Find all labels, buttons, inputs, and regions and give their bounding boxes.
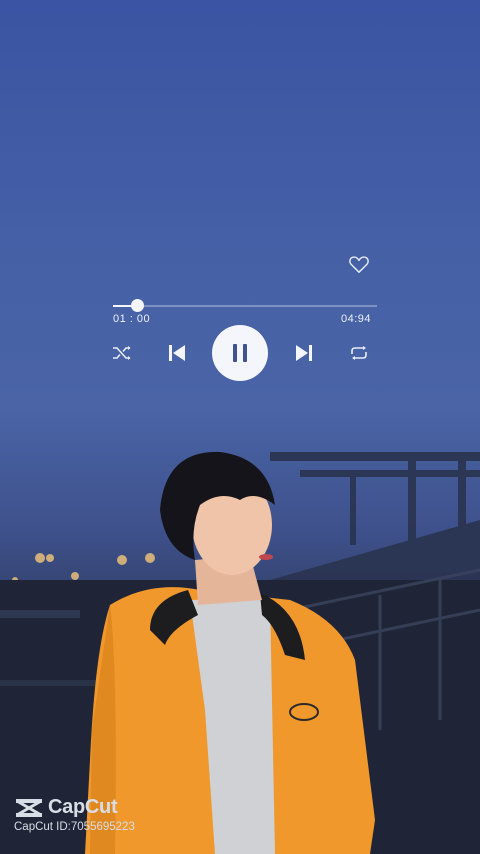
like-button[interactable] bbox=[347, 254, 371, 276]
repeat-button[interactable] bbox=[347, 341, 371, 365]
capcut-brand: CapCut bbox=[14, 796, 135, 819]
capcut-brand-name: CapCut bbox=[48, 796, 118, 818]
skip-next-icon bbox=[296, 345, 312, 361]
capcut-watermark: CapCut CapCut ID:7055695223 bbox=[14, 796, 135, 833]
shuffle-button[interactable] bbox=[110, 341, 134, 365]
pause-button[interactable] bbox=[212, 325, 268, 381]
bridge-scene-illustration bbox=[0, 451, 480, 854]
elapsed-time: 01 : 00 bbox=[113, 313, 151, 325]
progress-bar[interactable] bbox=[113, 299, 377, 312]
shuffle-icon bbox=[113, 346, 131, 360]
previous-track-button[interactable] bbox=[164, 340, 190, 366]
skip-previous-icon bbox=[169, 345, 185, 361]
capcut-logo-icon bbox=[16, 798, 42, 817]
next-track-button[interactable] bbox=[291, 340, 317, 366]
heart-outline-icon bbox=[349, 256, 369, 273]
pause-icon bbox=[233, 344, 247, 362]
progress-thumb[interactable] bbox=[130, 299, 144, 312]
background-photo bbox=[0, 0, 480, 854]
person-figure bbox=[85, 451, 375, 854]
repeat-icon bbox=[351, 346, 367, 360]
total-duration: 04:94 bbox=[341, 313, 372, 325]
capcut-id-text: CapCut ID:7055695223 bbox=[14, 821, 135, 833]
